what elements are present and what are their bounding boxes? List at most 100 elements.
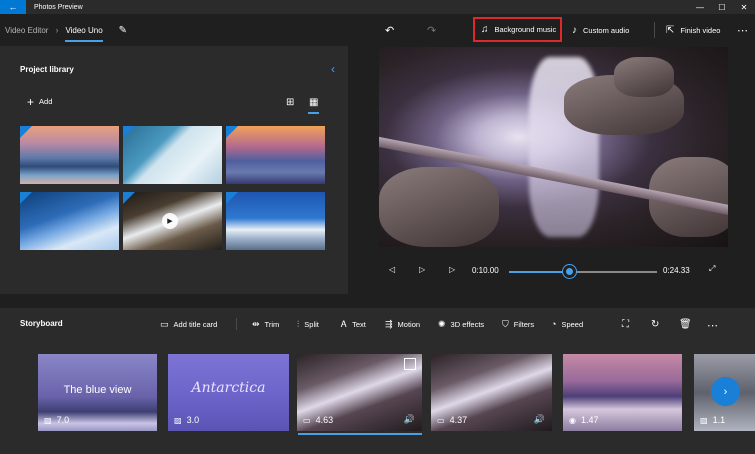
storyboard-clip[interactable]: ◉ 1.47 <box>563 354 682 431</box>
back-button[interactable]: ← <box>0 0 26 14</box>
maximize-button[interactable]: ☐ <box>711 0 733 14</box>
clip-duration-text: 7.0 <box>56 415 70 425</box>
clip-duration-text: 1.1 <box>712 415 726 425</box>
more-options-icon[interactable]: ⋯ <box>737 14 749 46</box>
select-checkbox[interactable] <box>404 358 416 370</box>
share-export-icon: ⇱ <box>666 24 675 36</box>
chevron-right-icon: › <box>55 25 59 35</box>
app-title: Photos Preview <box>34 3 83 11</box>
playback-controls: ◁ ▷ ▷ 0:10.00 0:24.33 ⤢ <box>379 258 728 284</box>
redo-icon: ↷ <box>427 24 437 37</box>
storyboard-clip-selected[interactable]: ▭ 4.63 🔊 <box>297 354 422 431</box>
motion-button[interactable]: ⇶ Motion <box>385 319 420 330</box>
seek-thumb[interactable] <box>563 265 577 278</box>
next-frame-icon[interactable]: ▷ <box>449 265 455 274</box>
split-icon: ⫶ <box>297 319 300 329</box>
breadcrumb-video-editor[interactable]: Video Editor <box>5 26 48 35</box>
clip-title-text: Antarctica <box>191 380 266 396</box>
video-preview[interactable] <box>379 47 728 247</box>
breadcrumb-project-name: Video Uno <box>65 25 103 42</box>
text-icon: Ꭺ <box>341 319 348 329</box>
library-thumbnail[interactable] <box>226 126 325 184</box>
trim-button[interactable]: ⇹ Trim <box>252 319 279 330</box>
rock-shape <box>379 167 499 247</box>
custom-audio-button[interactable]: ♪ Custom audio <box>572 14 629 46</box>
previous-frame-icon[interactable]: ◁ <box>389 265 395 274</box>
clip-duration-text: 3.0 <box>186 415 200 425</box>
chevron-right-icon: › <box>723 385 728 398</box>
undo-button[interactable]: ↶ <box>385 14 394 46</box>
crop-icon[interactable]: ⛶ <box>622 319 629 330</box>
clip-duration-text: 4.63 <box>315 415 334 425</box>
project-library-title: Project library <box>20 65 74 74</box>
close-button[interactable]: ✕ <box>733 0 755 14</box>
custom-audio-icon: ♪ <box>572 24 577 36</box>
clip-duration-text: 4.37 <box>449 415 468 425</box>
rock-shape <box>614 57 674 97</box>
trim-label: Trim <box>264 320 280 329</box>
total-time: 0:24.33 <box>663 266 690 275</box>
clip-duration: ▨ 1.1 <box>700 415 725 425</box>
background-music-button[interactable]: ♫ Background music <box>473 17 562 42</box>
selected-clip-indicator <box>298 433 422 435</box>
speaker-icon[interactable]: 🔊 <box>534 414 545 425</box>
custom-audio-label: Custom audio <box>583 25 630 35</box>
collapse-chevron-icon[interactable]: ‹ <box>331 62 335 76</box>
split-label: Split <box>304 320 319 329</box>
rename-pencil-icon[interactable]: ✎ <box>119 25 127 36</box>
storyboard-clip[interactable]: ▭ 4.37 🔊 <box>431 354 552 431</box>
video-icon: ▭ <box>437 415 445 425</box>
small-grid-view-icon[interactable]: ▦ <box>307 97 320 114</box>
clip-duration: ▭ 4.63 <box>303 415 333 425</box>
clip-duration: ▨ 3.0 <box>174 415 199 425</box>
plus-icon: + <box>27 94 35 109</box>
speed-button[interactable]: ◔ Speed <box>551 319 583 329</box>
background-music-label: Background music <box>494 25 557 34</box>
title-bar: ← Photos Preview — ☐ ✕ <box>0 0 755 14</box>
minimize-button[interactable]: — <box>689 0 711 14</box>
image-icon: ▨ <box>700 415 708 425</box>
clip-duration: ▨ 7.0 <box>44 415 69 425</box>
motion-camera-icon: ◉ <box>569 415 576 425</box>
text-label: Text <box>352 320 366 329</box>
library-thumbnail[interactable] <box>20 126 119 184</box>
add-title-card-label: Add title card <box>173 320 218 329</box>
storyboard-clip[interactable]: Antarctica ▨ 3.0 <box>168 354 289 431</box>
expand-icon[interactable]: ⤢ <box>709 264 715 274</box>
speaker-icon[interactable]: 🔊 <box>404 414 415 425</box>
music-note-icon: ♫ <box>481 24 489 35</box>
library-thumbnail[interactable] <box>20 192 119 250</box>
motion-label: Motion <box>397 320 421 329</box>
add-title-card-button[interactable]: ▭ Add title card <box>160 319 217 330</box>
filter-icon: ⛉ <box>502 319 509 329</box>
split-button[interactable]: ⫶ Split <box>297 319 319 330</box>
text-button[interactable]: Ꭺ Text <box>341 319 366 330</box>
more-options-icon[interactable]: ⋯ <box>707 319 718 332</box>
current-time: 0:10.00 <box>472 266 499 275</box>
storyboard-clip[interactable]: The blue view ▨ 7.0 <box>38 354 157 431</box>
large-grid-view-icon[interactable]: ⊞ <box>286 97 294 108</box>
library-thumbnail[interactable] <box>123 126 222 184</box>
storyboard-title: Storyboard <box>20 319 63 328</box>
divider <box>654 22 655 38</box>
play-icon[interactable]: ▷ <box>419 265 425 274</box>
finish-video-button[interactable]: ⇱ Finish video <box>666 14 720 46</box>
filters-button[interactable]: ⛉ Filters <box>502 319 534 330</box>
rotate-icon[interactable]: ↻ <box>651 319 659 330</box>
play-icon: ▶ <box>162 213 178 229</box>
3d-effects-icon: ✺ <box>438 319 446 329</box>
3d-effects-button[interactable]: ✺ 3D effects <box>438 319 484 330</box>
delete-trash-icon[interactable]: 🗑 <box>679 319 692 330</box>
image-icon: ▨ <box>174 415 182 425</box>
window-controls: — ☐ ✕ <box>689 0 755 14</box>
speed-gauge-icon: ◔ <box>551 319 557 329</box>
filters-label: Filters <box>513 320 535 329</box>
library-thumbnail[interactable] <box>226 192 325 250</box>
add-media-button[interactable]: + Add <box>27 94 52 109</box>
library-thumbnail[interactable]: ▶ <box>123 192 222 250</box>
redo-button[interactable]: ↷ <box>427 14 436 46</box>
3d-effects-label: 3D effects <box>450 320 485 329</box>
finish-video-label: Finish video <box>680 25 721 35</box>
trim-icon: ⇹ <box>252 319 260 329</box>
scroll-right-button[interactable]: › <box>711 377 740 406</box>
